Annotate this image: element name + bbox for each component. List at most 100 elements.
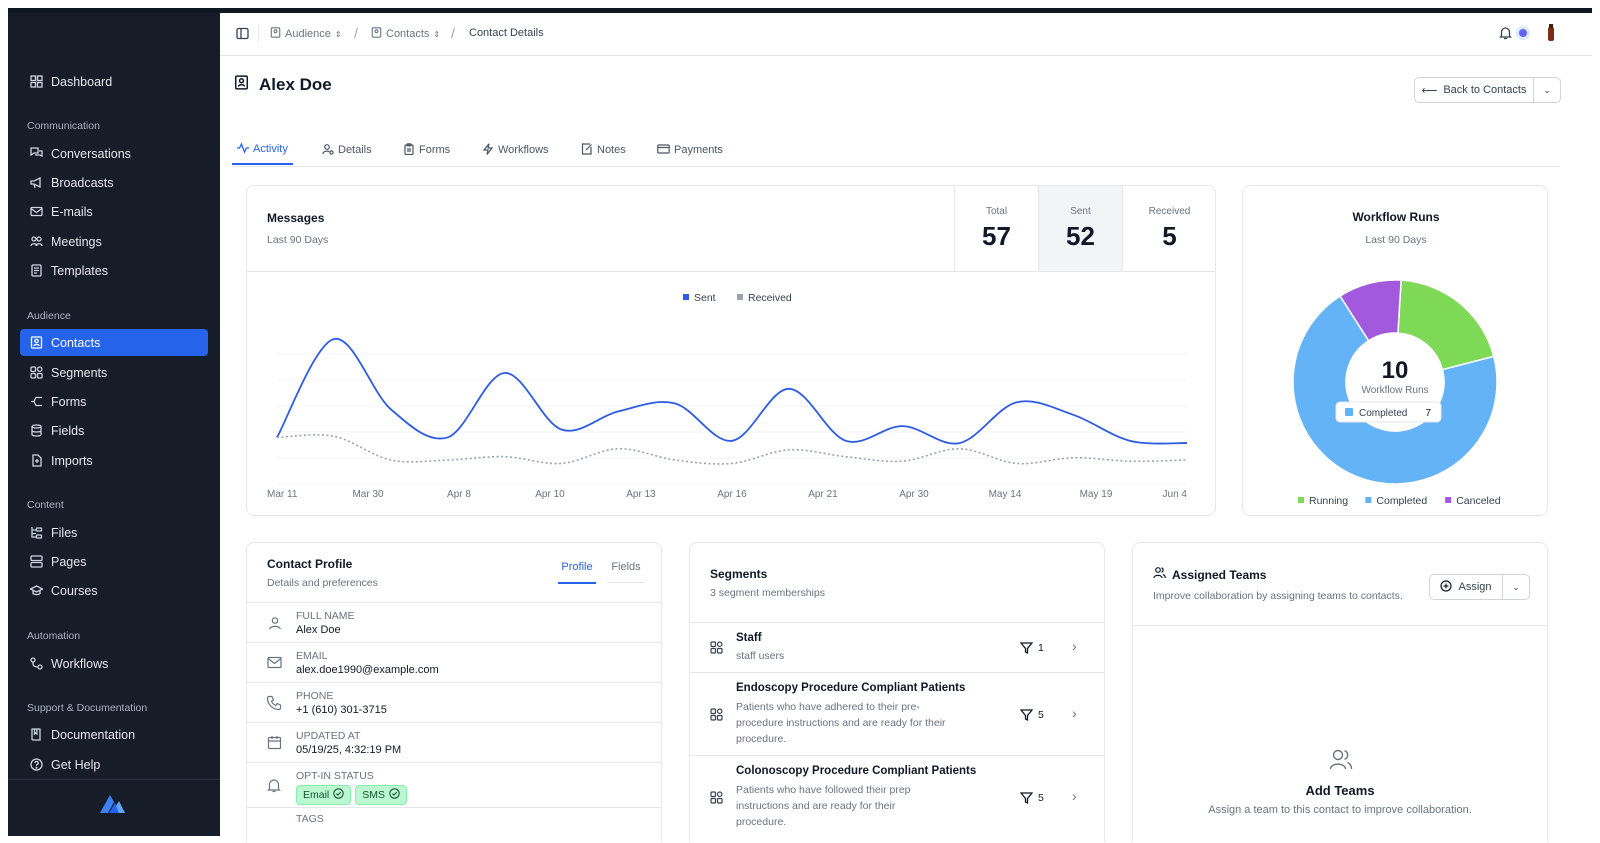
tab-label: Forms: [419, 144, 451, 156]
chevron-right-icon: ›: [1072, 788, 1077, 804]
legend-swatch: [683, 294, 689, 300]
files-icon: [28, 525, 44, 541]
user-icon: [268, 616, 282, 635]
file-import-icon: [28, 453, 44, 469]
sidebar-item-label: Get Help: [51, 757, 101, 772]
card-subtitle: Improve collaboration by assigning teams…: [1153, 590, 1403, 602]
tab-forms[interactable]: Forms: [403, 135, 450, 165]
messages-line-chart: Sent Received Mar 11 Mar 30 Apr 8 Apr 10 Apr …: [267, 292, 1188, 500]
sidebar-item-broadcasts[interactable]: Broadcasts: [20, 169, 208, 196]
series-line-received: [276, 434, 1188, 465]
segment-row[interactable]: Staff staff users 1 ›: [690, 623, 1104, 673]
filter-icon: [1019, 708, 1034, 726]
tab-label: Payments: [674, 144, 723, 156]
graduation-cap-icon: [28, 583, 44, 599]
sidebar-item-courses[interactable]: Courses: [20, 577, 208, 604]
sidebar-item-segments[interactable]: Segments: [20, 359, 208, 386]
sidebar-toggle-icon[interactable]: [236, 27, 249, 45]
tab-payments[interactable]: Payments: [657, 135, 723, 165]
back-dropdown-button[interactable]: ⌄: [1533, 77, 1561, 103]
sidebar-item-label: Segments: [51, 365, 108, 380]
segments-icon: [710, 791, 723, 809]
sidebar-section-automation: Automation: [27, 630, 81, 642]
sidebar-item-label: Dashboard: [51, 74, 113, 89]
segment-row[interactable]: Endoscopy Procedure Compliant Patients P…: [690, 674, 1104, 756]
profile-row-phone: PHONE +1 (610) 301-3715: [247, 683, 661, 723]
x-tick-label: Apr 16: [717, 489, 747, 500]
status-dot-icon[interactable]: [1516, 26, 1530, 40]
assign-button[interactable]: Assign: [1429, 574, 1503, 600]
sidebar: Dashboard Communication Conversations Br…: [8, 13, 220, 836]
segment-count: 5: [1038, 792, 1044, 804]
profile-row-updated: UPDATED AT 05/19/25, 4:32:19 PM: [247, 723, 661, 763]
profile-tab-profile[interactable]: Profile: [558, 561, 596, 584]
segments-icon: [710, 708, 723, 726]
back-to-contacts-button[interactable]: ⟵ Back to Contacts: [1414, 77, 1534, 103]
legend-label[interactable]: Canceled: [1456, 495, 1501, 507]
contact-icon: [270, 27, 281, 41]
sidebar-item-label: Forms: [51, 394, 87, 409]
lightning-icon: [482, 142, 494, 158]
tab-details[interactable]: Details: [322, 135, 372, 165]
breadcrumb-label: Contact Details: [469, 27, 544, 39]
assign-dropdown-button[interactable]: ⌄: [1502, 574, 1530, 600]
legend-label[interactable]: Sent: [694, 292, 716, 304]
tab-notes[interactable]: Notes: [581, 135, 626, 165]
stat-value: 5: [1162, 221, 1177, 251]
card-header: Assigned Teams: [1153, 566, 1266, 584]
breadcrumb-contacts[interactable]: Contacts ⇕: [371, 27, 440, 41]
legend-label[interactable]: Running: [1309, 495, 1348, 507]
x-tick-label: Apr 8: [447, 489, 471, 500]
bell-icon: [267, 778, 281, 798]
sidebar-item-files[interactable]: Files: [20, 519, 208, 546]
legend-label[interactable]: Completed: [1376, 495, 1427, 507]
sidebar-item-fields[interactable]: Fields: [20, 417, 208, 444]
sidebar-item-label: Conversations: [51, 146, 131, 161]
sidebar-item-documentation[interactable]: Documentation: [20, 721, 208, 748]
check-circle-icon: [333, 788, 345, 802]
stat-label: Sent: [1070, 206, 1091, 217]
legend-label[interactable]: Received: [748, 292, 792, 304]
calendar-icon: [267, 735, 282, 755]
sidebar-section-audience: Audience: [27, 310, 71, 322]
tooltip-value: 7: [1425, 408, 1431, 419]
x-tick-label: Jun 4: [1163, 489, 1188, 500]
sidebar-item-meetings[interactable]: Meetings: [20, 228, 208, 255]
sidebar-item-workflows[interactable]: Workflows: [20, 650, 208, 677]
brand-logo[interactable]: [100, 793, 126, 818]
tab-workflows[interactable]: Workflows: [482, 135, 549, 165]
avatar[interactable]: [1546, 23, 1556, 48]
tab-activity[interactable]: Activity: [232, 135, 293, 165]
sidebar-item-pages[interactable]: Pages: [20, 548, 208, 575]
segment-row[interactable]: Colonoscopy Procedure Compliant Patients…: [690, 757, 1104, 843]
sidebar-item-label: Contacts: [51, 335, 101, 350]
top-bar: Audience ⇕ / Contacts ⇕ / Contact Detail…: [220, 13, 1592, 56]
grid-icon: [28, 74, 44, 90]
donut-slice-running[interactable]: [1397, 279, 1495, 371]
chat-icon: [28, 146, 44, 162]
sidebar-item-emails[interactable]: E-mails: [20, 198, 208, 225]
badge-label: Email: [303, 789, 330, 801]
bell-icon[interactable]: [1498, 26, 1513, 45]
plus-circle-icon: [1440, 579, 1453, 595]
clipboard-icon: [403, 142, 415, 158]
sidebar-item-get-help[interactable]: Get Help: [20, 751, 208, 778]
chevron-down-icon: ⌄: [1512, 581, 1520, 592]
sidebar-item-conversations[interactable]: Conversations: [20, 140, 208, 167]
profile-tab-fields[interactable]: Fields: [607, 561, 645, 583]
row-label: EMAIL: [296, 650, 328, 662]
sidebar-item-imports[interactable]: Imports: [20, 447, 208, 474]
sidebar-item-contacts[interactable]: Contacts: [20, 329, 208, 356]
sidebar-item-templates[interactable]: Templates: [20, 257, 208, 284]
breadcrumb-audience[interactable]: Audience ⇕: [270, 27, 342, 41]
sidebar-item-label: Pages: [51, 554, 87, 569]
chart-legend: Running Completed Canceled: [1298, 495, 1501, 507]
segments-card: Segments 3 segment memberships Staff sta…: [689, 542, 1105, 842]
legend-swatch: [1365, 497, 1372, 503]
template-icon: [28, 263, 44, 279]
card-subtitle: Last 90 Days: [1365, 234, 1427, 246]
sidebar-item-forms[interactable]: Forms: [20, 388, 208, 415]
row-label: PHONE: [296, 690, 334, 702]
sidebar-item-dashboard[interactable]: Dashboard: [20, 68, 208, 95]
main-content: Audience ⇕ / Contacts ⇕ / Contact Detail…: [220, 13, 1592, 842]
